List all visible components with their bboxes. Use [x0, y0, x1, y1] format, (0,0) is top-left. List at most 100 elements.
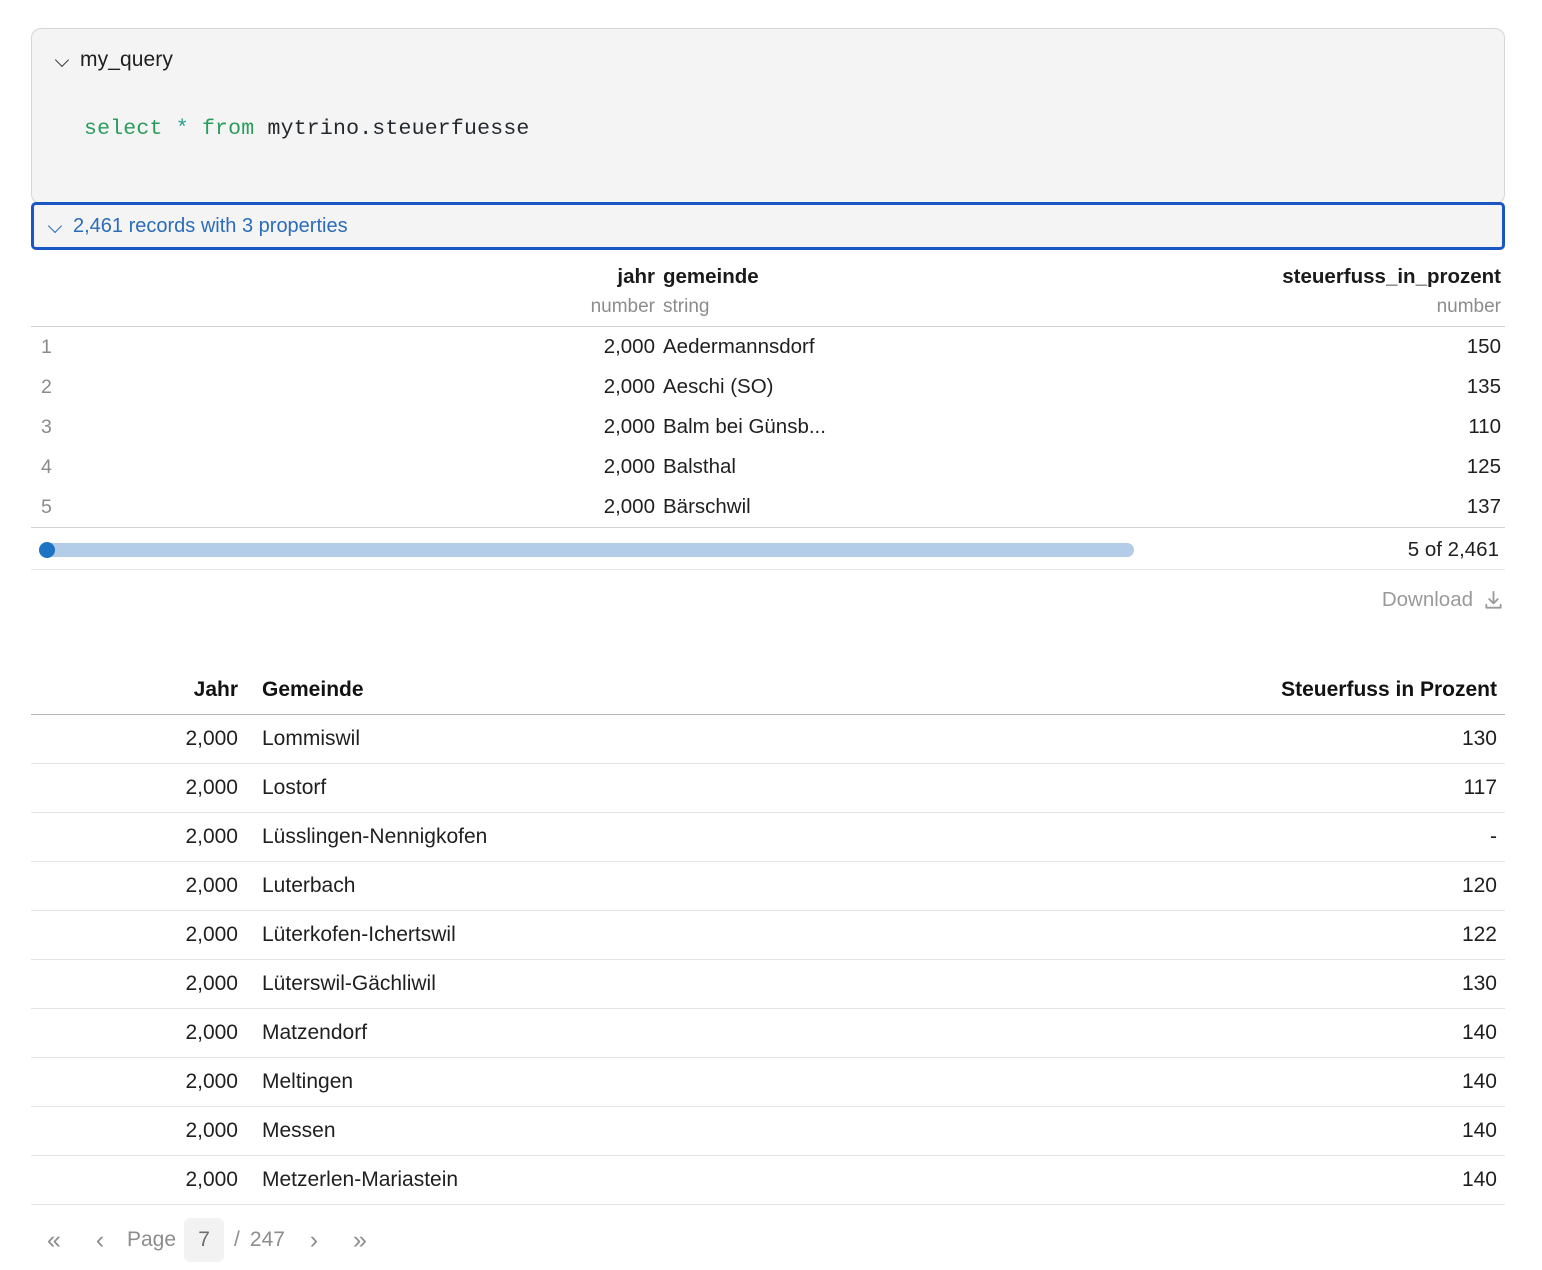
preview-table: jahr gemeinde steuerfuss_in_prozent numb… [31, 258, 1505, 528]
cell-gemeinde: Luterbach [246, 861, 1086, 911]
cell-jahr: 2,000 [31, 959, 246, 1009]
sql-keyword-from: from [201, 117, 255, 141]
cell-gemeinde: Balm bei Günsb... [663, 415, 826, 438]
table-row[interactable]: 2,000 Lüterswil-Gächliwil 130 [31, 959, 1505, 1009]
cell-jahr: 2,000 [603, 415, 655, 438]
cell-jahr: 2,000 [603, 335, 655, 358]
page-label: Page [127, 1228, 177, 1251]
cell-gemeinde: Meltingen [246, 1057, 1086, 1107]
row-count-slider[interactable] [39, 541, 1134, 558]
first-page-button[interactable]: « [31, 1219, 77, 1261]
query-code[interactable]: select * from mytrino.steuerfuesse [56, 117, 1480, 141]
cell-steuerfuss: 130 [1086, 959, 1505, 1009]
sql-keyword-select: select [84, 117, 163, 141]
table-row[interactable]: 3 2,000 Balm bei Günsb... 110 [31, 407, 1505, 447]
previous-page-button[interactable]: ‹ [77, 1219, 123, 1261]
cell-steuerfuss: 117 [1086, 763, 1505, 813]
cell-steuerfuss: 122 [1086, 910, 1505, 960]
cell-jahr: 2,000 [31, 1057, 246, 1107]
sql-star: * [175, 117, 189, 141]
cell-gemeinde: Lüsslingen-Nennigkofen [246, 812, 1086, 862]
cell-gemeinde: Lommiswil [246, 714, 1086, 764]
cell-jahr: 2,000 [603, 455, 655, 478]
table-row[interactable]: 2,000 Matzendorf 140 [31, 1008, 1505, 1058]
table-row[interactable]: 2,000 Lommiswil 130 [31, 714, 1505, 764]
table-row[interactable]: 2,000 Lüsslingen-Nennigkofen - [31, 812, 1505, 862]
row-index: 1 [41, 336, 52, 358]
preview-col-steuerfuss-name: steuerfuss_in_prozent [1282, 265, 1501, 288]
query-title: my_query [80, 48, 174, 71]
header-steuerfuss[interactable]: Steuerfuss in Prozent [1086, 678, 1505, 715]
chevron-down-icon[interactable] [49, 220, 62, 233]
preview-table-body: 1 2,000 Aedermannsdorf 150 2 2,000 Aesch… [31, 327, 1505, 528]
preview-type-steuerfuss-label: number [1436, 296, 1501, 317]
cell-jahr: 2,000 [31, 861, 246, 911]
cell-jahr: 2,000 [603, 375, 655, 398]
cell-steuerfuss: 135 [1466, 375, 1501, 398]
cell-gemeinde: Lostorf [246, 763, 1086, 813]
cell-gemeinde: Matzendorf [246, 1008, 1086, 1058]
table-row[interactable]: 2 2,000 Aeschi (SO) 135 [31, 367, 1505, 407]
cell-steuerfuss: - [1086, 812, 1505, 862]
query-header[interactable]: my_query [56, 45, 1480, 75]
preview-col-jahr[interactable]: jahr [119, 258, 659, 292]
row-index: 5 [31, 487, 119, 528]
cell-jahr: 2,000 [119, 487, 659, 528]
preview-type-gemeinde: string [659, 292, 1099, 327]
slider-thumb[interactable] [39, 541, 55, 558]
cell-jahr: 2,000 [31, 1155, 246, 1205]
cell-steuerfuss: 140 [1086, 1008, 1505, 1058]
cell-steuerfuss: 137 [1099, 487, 1505, 528]
table-row[interactable]: 2,000 Meltingen 140 [31, 1057, 1505, 1107]
table-row[interactable]: 2,000 Lüterkofen-Ichertswil 122 [31, 910, 1505, 960]
query-card: my_query select * from mytrino.steuerfue… [31, 28, 1505, 204]
header-jahr[interactable]: Jahr [31, 678, 246, 715]
cell-steuerfuss: 140 [1086, 1106, 1505, 1156]
table-row[interactable]: 1 2,000 Aedermannsdorf 150 [31, 327, 1505, 368]
cell-gemeinde: Lüterkofen-Ichertswil [246, 910, 1086, 960]
preview-header-types: number string number [31, 292, 1505, 327]
page-separator: / [234, 1228, 240, 1251]
header-gemeinde[interactable]: Gemeinde [246, 678, 1086, 715]
next-page-button[interactable]: › [291, 1219, 337, 1261]
preview-col-gemeinde[interactable]: gemeinde [659, 258, 1099, 292]
table-row[interactable]: 2,000 Metzerlen-Mariastein 140 [31, 1155, 1505, 1205]
records-count-label: 2,461 records with 3 properties [73, 214, 348, 237]
preview-col-jahr-name: jahr [617, 265, 655, 288]
last-page-button[interactable]: » [337, 1219, 383, 1261]
preview-header-names: jahr gemeinde steuerfuss_in_prozent [31, 258, 1505, 292]
slider-count-label: 5 of 2,461 [1407, 537, 1499, 561]
sql-table-name: mytrino.steuerfuesse [267, 117, 530, 141]
page-number-input[interactable]: 7 [184, 1218, 225, 1262]
download-button[interactable]: Download [31, 588, 1505, 612]
cell-steuerfuss: 130 [1086, 714, 1505, 764]
row-index: 3 [41, 416, 52, 438]
preview-type-gemeinde-label: string [663, 296, 710, 317]
table-row[interactable]: 2,000 Luterbach 120 [31, 861, 1505, 911]
chevron-down-icon[interactable] [56, 54, 69, 67]
preview-col-steuerfuss[interactable]: steuerfuss_in_prozent [1099, 258, 1505, 292]
table-row[interactable]: 2,000 Messen 140 [31, 1106, 1505, 1156]
cell-jahr: 2,000 [31, 910, 246, 960]
download-label: Download [1381, 588, 1473, 611]
cell-jahr: 2,000 [31, 1106, 246, 1156]
cell-jahr: 2,000 [31, 714, 246, 764]
table-row[interactable]: 2,000 Lostorf 117 [31, 763, 1505, 813]
cell-steuerfuss: 140 [1086, 1057, 1505, 1107]
cell-steuerfuss: 150 [1466, 335, 1501, 358]
results-table-header: Jahr Gemeinde Steuerfuss in Prozent [31, 678, 1505, 715]
cell-steuerfuss: 110 [1468, 415, 1501, 438]
cell-gemeinde: Metzerlen-Mariastein [246, 1155, 1086, 1205]
cell-jahr: 2,000 [31, 763, 246, 813]
row-index: 4 [41, 456, 52, 478]
records-banner[interactable]: 2,461 records with 3 properties [31, 202, 1505, 250]
preview-col-index [31, 258, 119, 292]
cell-jahr: 2,000 [31, 812, 246, 862]
table-row[interactable]: 4 2,000 Balsthal 125 [31, 447, 1505, 487]
table-row[interactable]: 5 2,000 Bärschwil 137 [31, 487, 1505, 528]
pagination: « ‹ Page 7 / 247 › » [31, 1218, 383, 1262]
preview-type-jahr: number [119, 292, 659, 327]
results-table: Jahr Gemeinde Steuerfuss in Prozent 2,00… [31, 678, 1505, 1205]
cell-gemeinde: Balsthal [663, 455, 736, 478]
cell-gemeinde: Aedermannsdorf [663, 335, 815, 358]
